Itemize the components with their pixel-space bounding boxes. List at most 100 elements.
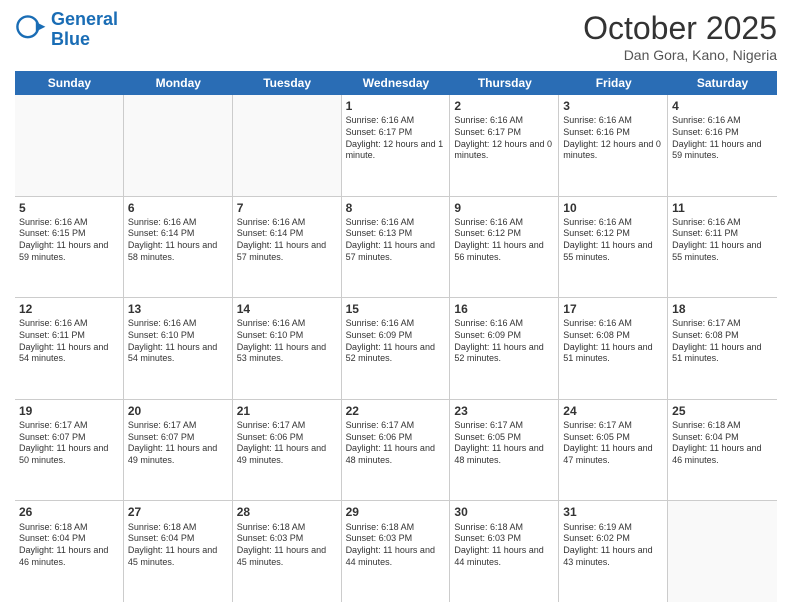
- calendar-day-22: 22Sunrise: 6:17 AM Sunset: 6:06 PM Dayli…: [342, 400, 451, 501]
- cell-detail: Sunrise: 6:16 AM Sunset: 6:11 PM Dayligh…: [672, 217, 773, 264]
- calendar-day-24: 24Sunrise: 6:17 AM Sunset: 6:05 PM Dayli…: [559, 400, 668, 501]
- cell-detail: Sunrise: 6:16 AM Sunset: 6:10 PM Dayligh…: [237, 318, 337, 365]
- cell-detail: Sunrise: 6:18 AM Sunset: 6:04 PM Dayligh…: [19, 522, 119, 569]
- cell-detail: Sunrise: 6:16 AM Sunset: 6:17 PM Dayligh…: [346, 115, 446, 162]
- calendar-week-3: 12Sunrise: 6:16 AM Sunset: 6:11 PM Dayli…: [15, 298, 777, 400]
- calendar-day-16: 16Sunrise: 6:16 AM Sunset: 6:09 PM Dayli…: [450, 298, 559, 399]
- calendar-day-23: 23Sunrise: 6:17 AM Sunset: 6:05 PM Dayli…: [450, 400, 559, 501]
- day-number: 18: [672, 301, 773, 317]
- day-number: 28: [237, 504, 337, 520]
- cell-detail: Sunrise: 6:16 AM Sunset: 6:14 PM Dayligh…: [128, 217, 228, 264]
- calendar-day-3: 3Sunrise: 6:16 AM Sunset: 6:16 PM Daylig…: [559, 95, 668, 196]
- day-number: 26: [19, 504, 119, 520]
- calendar-day-15: 15Sunrise: 6:16 AM Sunset: 6:09 PM Dayli…: [342, 298, 451, 399]
- calendar-day-27: 27Sunrise: 6:18 AM Sunset: 6:04 PM Dayli…: [124, 501, 233, 602]
- calendar-week-2: 5Sunrise: 6:16 AM Sunset: 6:15 PM Daylig…: [15, 197, 777, 299]
- cell-detail: Sunrise: 6:17 AM Sunset: 6:06 PM Dayligh…: [237, 420, 337, 467]
- cell-detail: Sunrise: 6:19 AM Sunset: 6:02 PM Dayligh…: [563, 522, 663, 569]
- day-number: 17: [563, 301, 663, 317]
- day-number: 21: [237, 403, 337, 419]
- calendar-day-18: 18Sunrise: 6:17 AM Sunset: 6:08 PM Dayli…: [668, 298, 777, 399]
- calendar-day-20: 20Sunrise: 6:17 AM Sunset: 6:07 PM Dayli…: [124, 400, 233, 501]
- cell-detail: Sunrise: 6:16 AM Sunset: 6:13 PM Dayligh…: [346, 217, 446, 264]
- cell-detail: Sunrise: 6:16 AM Sunset: 6:12 PM Dayligh…: [454, 217, 554, 264]
- calendar-day-21: 21Sunrise: 6:17 AM Sunset: 6:06 PM Dayli…: [233, 400, 342, 501]
- location: Dan Gora, Kano, Nigeria: [583, 47, 777, 63]
- cell-detail: Sunrise: 6:16 AM Sunset: 6:17 PM Dayligh…: [454, 115, 554, 162]
- cell-detail: Sunrise: 6:16 AM Sunset: 6:15 PM Dayligh…: [19, 217, 119, 264]
- calendar-day-31: 31Sunrise: 6:19 AM Sunset: 6:02 PM Dayli…: [559, 501, 668, 602]
- calendar-day-4: 4Sunrise: 6:16 AM Sunset: 6:16 PM Daylig…: [668, 95, 777, 196]
- header: General Blue October 2025 Dan Gora, Kano…: [15, 10, 777, 63]
- calendar-day-13: 13Sunrise: 6:16 AM Sunset: 6:10 PM Dayli…: [124, 298, 233, 399]
- logo-icon: [15, 14, 47, 46]
- day-number: 24: [563, 403, 663, 419]
- header-day-saturday: Saturday: [668, 71, 777, 95]
- header-day-thursday: Thursday: [450, 71, 559, 95]
- day-number: 29: [346, 504, 446, 520]
- cell-detail: Sunrise: 6:16 AM Sunset: 6:08 PM Dayligh…: [563, 318, 663, 365]
- cell-detail: Sunrise: 6:18 AM Sunset: 6:04 PM Dayligh…: [128, 522, 228, 569]
- calendar-empty-cell: [15, 95, 124, 196]
- calendar-day-11: 11Sunrise: 6:16 AM Sunset: 6:11 PM Dayli…: [668, 197, 777, 298]
- day-number: 22: [346, 403, 446, 419]
- day-number: 2: [454, 98, 554, 114]
- day-number: 12: [19, 301, 119, 317]
- logo-blue: Blue: [51, 30, 118, 50]
- logo: General Blue: [15, 10, 118, 50]
- cell-detail: Sunrise: 6:16 AM Sunset: 6:16 PM Dayligh…: [672, 115, 773, 162]
- day-number: 4: [672, 98, 773, 114]
- day-number: 3: [563, 98, 663, 114]
- cell-detail: Sunrise: 6:17 AM Sunset: 6:05 PM Dayligh…: [454, 420, 554, 467]
- day-number: 15: [346, 301, 446, 317]
- header-day-monday: Monday: [124, 71, 233, 95]
- cell-detail: Sunrise: 6:18 AM Sunset: 6:04 PM Dayligh…: [672, 420, 773, 467]
- calendar-day-1: 1Sunrise: 6:16 AM Sunset: 6:17 PM Daylig…: [342, 95, 451, 196]
- calendar-day-6: 6Sunrise: 6:16 AM Sunset: 6:14 PM Daylig…: [124, 197, 233, 298]
- calendar-day-9: 9Sunrise: 6:16 AM Sunset: 6:12 PM Daylig…: [450, 197, 559, 298]
- day-number: 16: [454, 301, 554, 317]
- calendar-day-5: 5Sunrise: 6:16 AM Sunset: 6:15 PM Daylig…: [15, 197, 124, 298]
- cell-detail: Sunrise: 6:17 AM Sunset: 6:08 PM Dayligh…: [672, 318, 773, 365]
- day-number: 1: [346, 98, 446, 114]
- day-number: 8: [346, 200, 446, 216]
- cell-detail: Sunrise: 6:16 AM Sunset: 6:09 PM Dayligh…: [346, 318, 446, 365]
- day-number: 14: [237, 301, 337, 317]
- day-number: 11: [672, 200, 773, 216]
- day-number: 9: [454, 200, 554, 216]
- day-number: 19: [19, 403, 119, 419]
- calendar-empty-cell: [668, 501, 777, 602]
- calendar-day-29: 29 Sunrise: 6:18 AM Sunset: 6:03 PM Dayli…: [342, 501, 451, 602]
- day-number: 30: [454, 504, 554, 520]
- cell-detail: Sunrise: 6:17 AM Sunset: 6:05 PM Dayligh…: [563, 420, 663, 467]
- calendar-day-25: 25Sunrise: 6:18 AM Sunset: 6:04 PM Dayli…: [668, 400, 777, 501]
- month-title: October 2025: [583, 10, 777, 47]
- logo-text: General Blue: [51, 10, 118, 50]
- calendar-day-14: 14Sunrise: 6:16 AM Sunset: 6:10 PM Dayli…: [233, 298, 342, 399]
- calendar-day-28: 28 Sunrise: 6:18 AM Sunset: 6:03 PM Dayli…: [233, 501, 342, 602]
- cell-detail: Sunrise: 6:16 AM Sunset: 6:14 PM Dayligh…: [237, 217, 337, 264]
- calendar-week-1: 1Sunrise: 6:16 AM Sunset: 6:17 PM Daylig…: [15, 95, 777, 197]
- header-day-sunday: Sunday: [15, 71, 124, 95]
- header-day-tuesday: Tuesday: [233, 71, 342, 95]
- calendar-day-7: 7Sunrise: 6:16 AM Sunset: 6:14 PM Daylig…: [233, 197, 342, 298]
- cell-detail: Sunrise: 6:17 AM Sunset: 6:07 PM Dayligh…: [19, 420, 119, 467]
- logo-general: General: [51, 9, 118, 29]
- cell-detail: Sunrise: 6:17 AM Sunset: 6:07 PM Dayligh…: [128, 420, 228, 467]
- day-number: 10: [563, 200, 663, 216]
- day-number: 25: [672, 403, 773, 419]
- cell-detail: Sunrise: 6:18 AM Sunset: 6:03 PM Dayligh…: [454, 522, 554, 569]
- cell-detail: Sunrise: 6:16 AM Sunset: 6:09 PM Dayligh…: [454, 318, 554, 365]
- calendar-empty-cell: [124, 95, 233, 196]
- cell-detail: Sunrise: 6:16 AM Sunset: 6:12 PM Dayligh…: [563, 217, 663, 264]
- cell-detail: Sunrise: 6:18 AM Sunset: 6:03 PM Dayligh…: [237, 522, 337, 569]
- calendar-body: 1Sunrise: 6:16 AM Sunset: 6:17 PM Daylig…: [15, 95, 777, 602]
- day-number: 5: [19, 200, 119, 216]
- cell-detail: Sunrise: 6:18 AM Sunset: 6:03 PM Dayligh…: [346, 522, 446, 569]
- calendar-day-17: 17Sunrise: 6:16 AM Sunset: 6:08 PM Dayli…: [559, 298, 668, 399]
- day-number: 20: [128, 403, 228, 419]
- calendar-day-2: 2Sunrise: 6:16 AM Sunset: 6:17 PM Daylig…: [450, 95, 559, 196]
- calendar-header: SundayMondayTuesdayWednesdayThursdayFrid…: [15, 71, 777, 95]
- calendar-day-10: 10Sunrise: 6:16 AM Sunset: 6:12 PM Dayli…: [559, 197, 668, 298]
- calendar-day-19: 19Sunrise: 6:17 AM Sunset: 6:07 PM Dayli…: [15, 400, 124, 501]
